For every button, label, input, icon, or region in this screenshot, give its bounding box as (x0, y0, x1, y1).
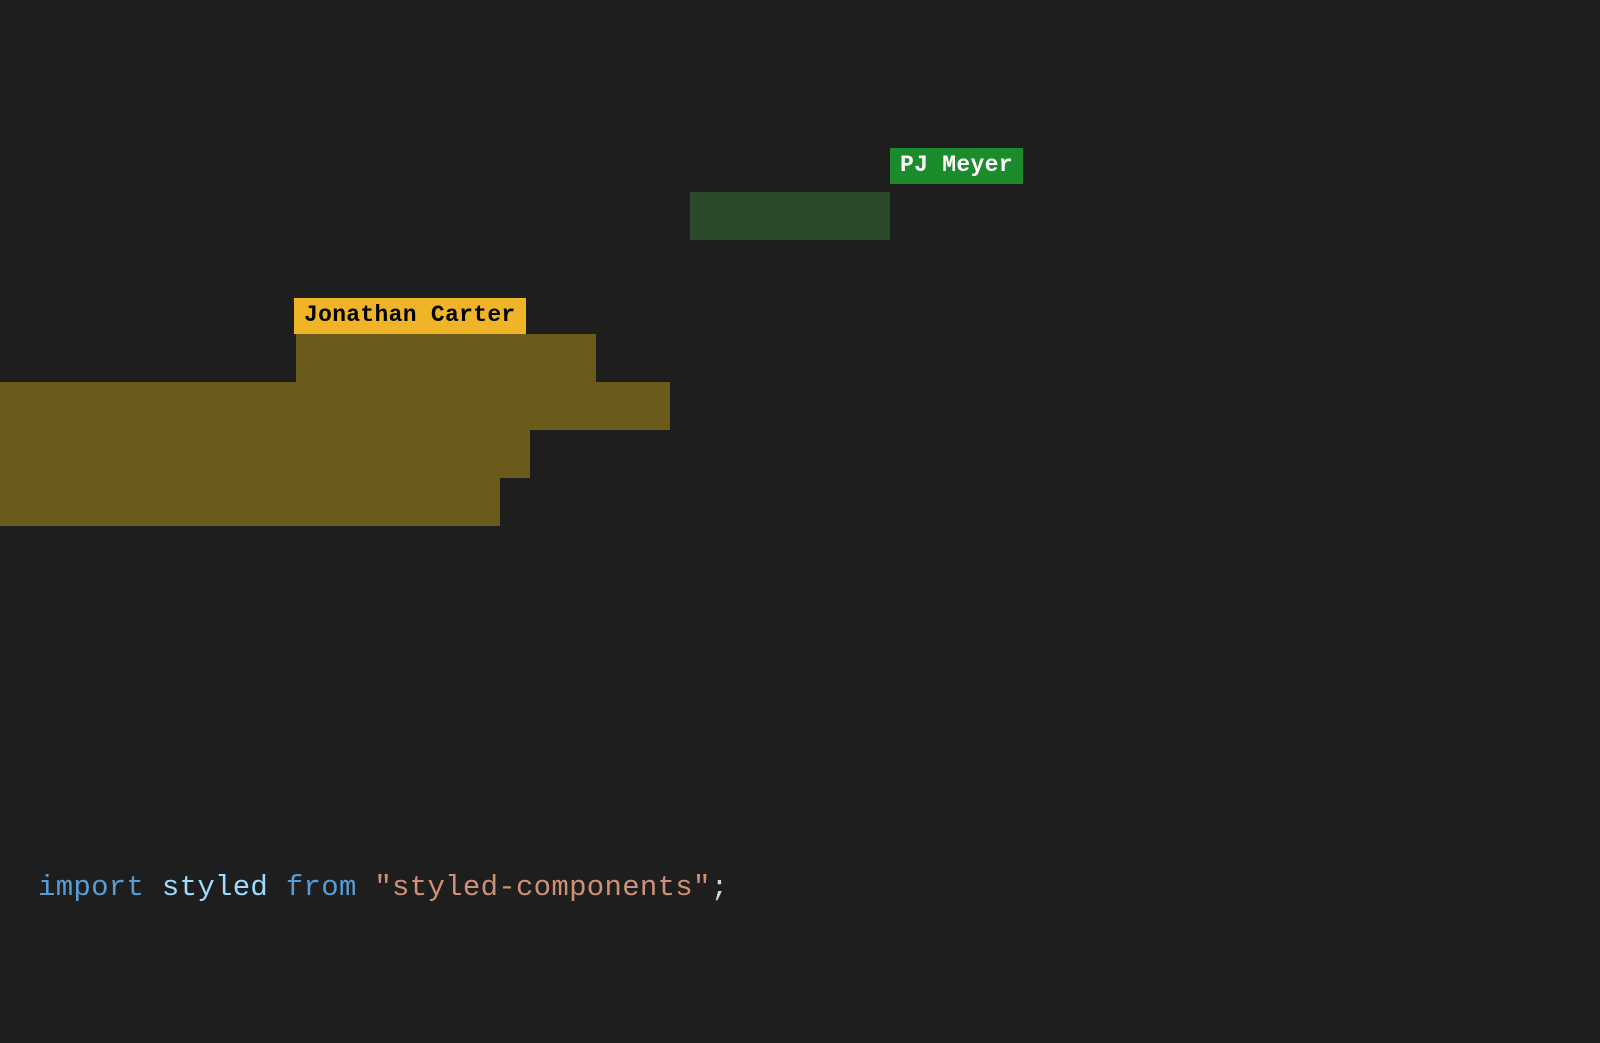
code-line[interactable]: import styled from "styled-components"; (38, 864, 1600, 912)
code-editor[interactable]: PJ Meyer Jonathan Carter import styled f… (0, 0, 1600, 1043)
liveshare-cursor-pj-meyer: PJ Meyer (890, 148, 1023, 184)
liveshare-selection-pj (690, 192, 890, 240)
liveshare-cursor-jonathan-carter: Jonathan Carter (294, 298, 526, 334)
liveshare-selection-jonathan (296, 334, 596, 382)
